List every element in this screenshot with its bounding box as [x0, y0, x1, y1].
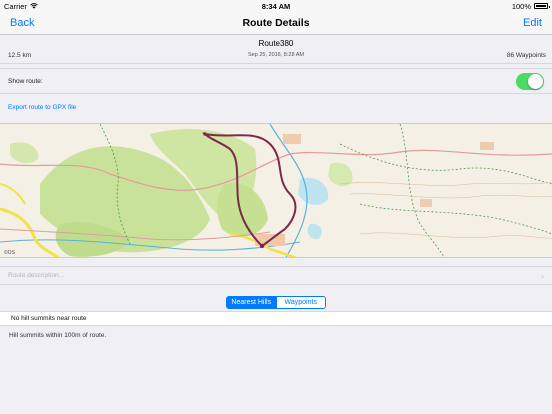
- route-distance: 12.5 km: [8, 52, 32, 59]
- segment-waypoints[interactable]: Waypoints: [275, 297, 325, 308]
- battery-icon: [534, 3, 550, 9]
- map-canvas: ©OS: [0, 124, 552, 257]
- route-date: Sep 25, 2016, 8:28 AM: [248, 52, 304, 58]
- show-route-toggle[interactable]: [516, 72, 544, 90]
- route-waypoint-count: 86 Waypoints: [506, 52, 546, 59]
- edit-button[interactable]: Edit: [523, 17, 542, 29]
- route-description-row[interactable]: Route description... ›: [0, 266, 552, 285]
- export-gpx-link[interactable]: Export route to GPX file: [8, 104, 76, 111]
- route-marker: [203, 132, 207, 136]
- status-left: Carrier: [4, 2, 38, 11]
- hills-footer-note: Hill summits within 100m of route.: [9, 332, 107, 339]
- route-name: Route380: [258, 39, 294, 48]
- route-header: Route380 Sep 25, 2016, 8:28 AM 12.5 km 8…: [0, 35, 552, 64]
- status-right: 100%: [511, 1, 550, 11]
- wifi-icon: [30, 2, 38, 11]
- status-bar: Carrier 8:34 AM 100%: [0, 0, 552, 12]
- toggle-knob: [528, 73, 543, 89]
- carrier-label: Carrier: [4, 1, 27, 11]
- export-row: Export route to GPX file: [0, 99, 552, 115]
- route-description-placeholder: Route description...: [8, 272, 65, 279]
- settlement: [480, 142, 494, 150]
- navigation-bar: Back Route Details Edit: [0, 12, 552, 35]
- summit-list-row: No hill summits near route: [0, 311, 552, 326]
- battery-percent: 100%: [511, 1, 531, 11]
- settlement: [283, 134, 301, 144]
- back-button[interactable]: Back: [10, 17, 34, 29]
- settlement: [420, 199, 432, 207]
- show-route-row: Show route:: [0, 68, 552, 94]
- map-copyright: ©OS: [4, 249, 16, 256]
- no-summits-message: No hill summits near route: [11, 315, 87, 322]
- show-route-label: Show route:: [8, 77, 43, 85]
- status-time: 8:34 AM: [261, 1, 291, 11]
- segment-nearest-hills[interactable]: Nearest Hills: [227, 297, 276, 308]
- hills-waypoints-segmented-control: Nearest Hills Waypoints: [226, 296, 326, 309]
- chevron-right-icon: ›: [541, 270, 544, 281]
- route-marker: [259, 243, 265, 249]
- route-map[interactable]: ©OS: [0, 123, 552, 258]
- page-title: Route Details: [242, 17, 310, 29]
